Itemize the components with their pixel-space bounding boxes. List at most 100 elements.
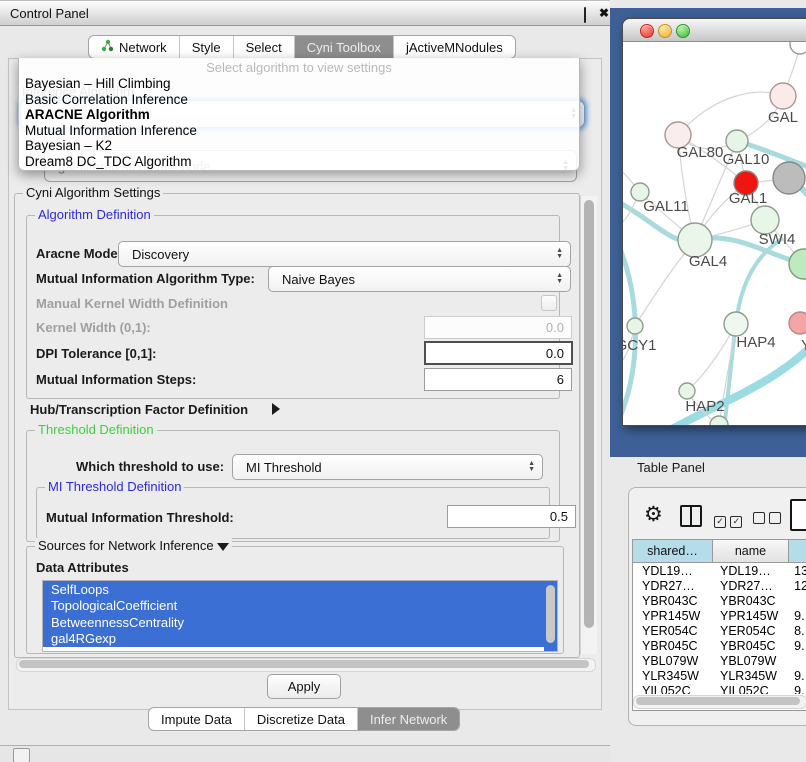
control-panel-titlebar: Control Panel ✖: [0, 0, 610, 26]
panel-corner-icon[interactable]: [13, 748, 30, 762]
list-item-selected[interactable]: SelfLoops: [43, 581, 557, 598]
table-row[interactable]: YLR345WYLR345W9.: [633, 668, 806, 683]
node-unlabeled[interactable]: [790, 42, 806, 54]
node-gal10[interactable]: [726, 130, 748, 152]
tab-network[interactable]: Network: [89, 36, 179, 58]
tab-cyni-toolbox[interactable]: Cyni Toolbox: [294, 36, 393, 58]
algorithm-option[interactable]: Bayesian – Hill Climbing: [19, 76, 579, 92]
tab-label: jActiveMNodules: [406, 40, 503, 55]
mac-zoom-button[interactable]: [676, 24, 690, 38]
tab-impute-data[interactable]: Impute Data: [149, 708, 244, 730]
algorithm-option[interactable]: Mutual Information Inference: [19, 123, 579, 139]
aracne-mode-combo[interactable]: Discovery ▲▼: [118, 241, 571, 267]
aracne-mode-label: Aracne Mode:: [36, 246, 122, 261]
svg-text:SWI4: SWI4: [759, 231, 796, 248]
table-row[interactable]: YBR043CYBR043C: [633, 593, 806, 608]
mi-algorithm-type-combo[interactable]: Naive Bayes ▲▼: [268, 266, 571, 292]
tab-label: Style: [192, 40, 221, 55]
manual-kernel-width-label: Manual Kernel Width Definition: [36, 296, 228, 311]
table-row[interactable]: YDR27…YDR27…12: [633, 578, 806, 593]
algorithm-option[interactable]: Dream8 DC_TDC Algorithm: [19, 154, 579, 170]
float-window-icon[interactable]: [584, 8, 586, 22]
sources-title: Sources for Network Inference: [35, 538, 232, 553]
aracne-mode-value: Discovery: [132, 247, 189, 262]
table-row[interactable]: YIL052CYIL052C9.: [633, 683, 806, 694]
tab-label: Impute Data: [161, 712, 232, 727]
svg-text:GAL: GAL: [768, 109, 798, 126]
node-gal4[interactable]: [678, 223, 712, 257]
tab-style[interactable]: Style: [179, 36, 233, 58]
screen: Control Panel ✖ Network Style Select Cyn…: [0, 0, 806, 762]
algorithm-option[interactable]: Bayesian – K2: [19, 138, 579, 154]
node-swi4[interactable]: [789, 249, 806, 279]
close-icon[interactable]: ✖: [599, 6, 609, 20]
gear-icon[interactable]: ⚙: [644, 502, 663, 527]
node-pink[interactable]: [789, 312, 806, 334]
node-hap2[interactable]: [679, 383, 695, 399]
mac-close-button[interactable]: [640, 24, 654, 38]
table-row[interactable]: YPR145WYPR145W9.: [633, 608, 806, 623]
list-item-selected[interactable]: TopologicalCoefficient: [43, 598, 557, 615]
mac-minimize-button[interactable]: [658, 24, 672, 38]
mi-threshold-definition-title: MI Threshold Definition: [45, 479, 184, 494]
algorithm-option-selected[interactable]: ARACNE Algorithm: [19, 107, 579, 123]
manual-kernel-width-checkbox[interactable]: [541, 295, 557, 311]
tab-label: Select: [246, 40, 282, 55]
list-item-selected[interactable]: gal4RGexp: [43, 631, 557, 648]
tab-label: Network: [119, 40, 167, 55]
network-view-window: GAL GAL80 GAL10 GAL1 GAL11 SWI4 GAL4 GCY…: [622, 18, 806, 426]
sources-collapse-arrow-icon[interactable]: [217, 543, 229, 551]
list-item-selected[interactable]: BetweennessCentrality: [43, 614, 557, 631]
tab-label: Discretize Data: [257, 712, 345, 727]
table-horizontal-scrollbar[interactable]: [633, 695, 806, 709]
tab-infer-network[interactable]: Infer Network: [357, 708, 459, 730]
node-gal2[interactable]: [770, 83, 796, 109]
columns-icon[interactable]: [680, 505, 702, 527]
mi-algorithm-type-label: Mutual Information Algorithm Type:: [36, 271, 255, 286]
apply-button[interactable]: Apply: [267, 674, 341, 699]
combo-stepper-icon: ▲▼: [556, 273, 563, 285]
checked-checkboxes-icon[interactable]: ✓ ✓: [714, 511, 742, 529]
column-header-name[interactable]: name: [713, 540, 789, 563]
scrollbar-thumb[interactable]: [636, 697, 800, 705]
control-panel-tabbar: Network Style Select Cyni Toolbox jActiv…: [88, 35, 516, 59]
tab-discretize-data[interactable]: Discretize Data: [244, 708, 357, 730]
node-gcy1[interactable]: [627, 318, 643, 334]
file-icon[interactable]: [790, 499, 806, 531]
node-hap4[interactable]: [724, 312, 748, 336]
mi-steps-field[interactable]: 6: [424, 368, 572, 391]
dpi-tolerance-label: DPI Tolerance [0,1]:: [36, 346, 156, 361]
settings-vertical-scrollbar[interactable]: [580, 196, 597, 654]
algorithm-dropdown-popup: Select algorithm to view settings Bayesi…: [18, 58, 580, 171]
scrollbar-thumb[interactable]: [19, 660, 589, 668]
tab-jactivemnodules[interactable]: jActiveMNodules: [393, 36, 515, 58]
scrollbar-thumb[interactable]: [546, 585, 555, 643]
tab-select[interactable]: Select: [233, 36, 294, 58]
bottom-panel: [0, 745, 610, 762]
hub-definition-label: Hub/Transcription Factor Definition: [30, 402, 248, 417]
svg-text:GAL80: GAL80: [677, 144, 724, 161]
table-body: YDL19…YDL19…13 YDR27…YDR27…12 YBR043CYBR…: [633, 563, 806, 694]
table-row[interactable]: YDL19…YDL19…13: [633, 563, 806, 578]
unchecked-checkboxes-icon[interactable]: [753, 511, 781, 529]
mi-threshold-field[interactable]: 0.5: [447, 505, 576, 528]
dpi-tolerance-field[interactable]: 0.0: [424, 341, 573, 365]
mi-steps-label: Mutual Information Steps:: [36, 372, 196, 387]
hub-expand-arrow-icon[interactable]: [272, 402, 280, 420]
column-header-clipped[interactable]: [789, 540, 806, 563]
node-gal1[interactable]: [751, 206, 779, 234]
settings-group-title: Cyni Algorithm Settings: [23, 185, 163, 200]
table-row[interactable]: YBR045CYBR045C9.: [633, 638, 806, 653]
table-row[interactable]: YBL079WYBL079W: [633, 653, 806, 668]
network-canvas[interactable]: GAL GAL80 GAL10 GAL1 GAL11 SWI4 GAL4 GCY…: [623, 42, 806, 425]
settings-horizontal-scrollbar[interactable]: [16, 658, 596, 672]
dpi-tolerance-value: 0.0: [546, 346, 564, 361]
kernel-width-field[interactable]: 0.0: [424, 316, 572, 339]
table-row[interactable]: YER054CYER054C8.: [633, 623, 806, 638]
which-threshold-combo[interactable]: MI Threshold ▲▼: [232, 454, 543, 480]
scrollbar-thumb[interactable]: [584, 200, 594, 628]
algorithm-option[interactable]: Basic Correlation Inference: [19, 92, 579, 108]
node-gray[interactable]: [773, 162, 805, 194]
list-vertical-scrollbar[interactable]: [544, 581, 557, 651]
column-header-shared-name[interactable]: shared…: [633, 540, 713, 563]
